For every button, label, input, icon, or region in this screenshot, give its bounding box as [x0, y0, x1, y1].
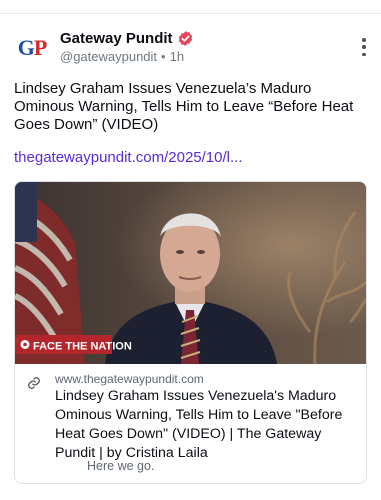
display-name[interactable]: Gateway Pundit	[60, 30, 173, 47]
verified-badge-icon	[178, 30, 192, 46]
avatar-logo: GP	[17, 35, 48, 60]
timestamp[interactable]: 1h	[170, 49, 184, 64]
link-preview-card[interactable]: FACE THE NATION www.thegatewaypundit.com…	[14, 181, 367, 484]
preview-title: Lindsey Graham Issues Venezuela's Maduro…	[55, 388, 343, 461]
separator: •	[161, 49, 166, 64]
author-info: Gateway Pundit @gatewaypundit • 1h	[60, 28, 194, 64]
post-link[interactable]: thegatewaypundit.com/2025/10/l...	[14, 149, 243, 166]
preview-image: FACE THE NATION	[15, 182, 366, 364]
preview-description: Here we go.	[87, 459, 155, 473]
post-text: Lindsey Graham Issues Venezuela’s Maduro…	[14, 80, 354, 133]
avatar[interactable]: GP	[14, 30, 50, 66]
preview-meta: www.thegatewaypundit.com Lindsey Graham …	[15, 364, 366, 483]
preview-domain: www.thegatewaypundit.com	[55, 372, 204, 386]
caption-text: FACE THE NATION	[33, 341, 132, 353]
more-options-icon[interactable]	[361, 38, 367, 56]
handle[interactable]: @gatewaypundit	[60, 49, 157, 64]
top-divider	[0, 13, 381, 14]
post-header: GP Gateway Pundit @gatewaypundit • 1h	[14, 28, 369, 68]
link-icon	[28, 377, 40, 389]
